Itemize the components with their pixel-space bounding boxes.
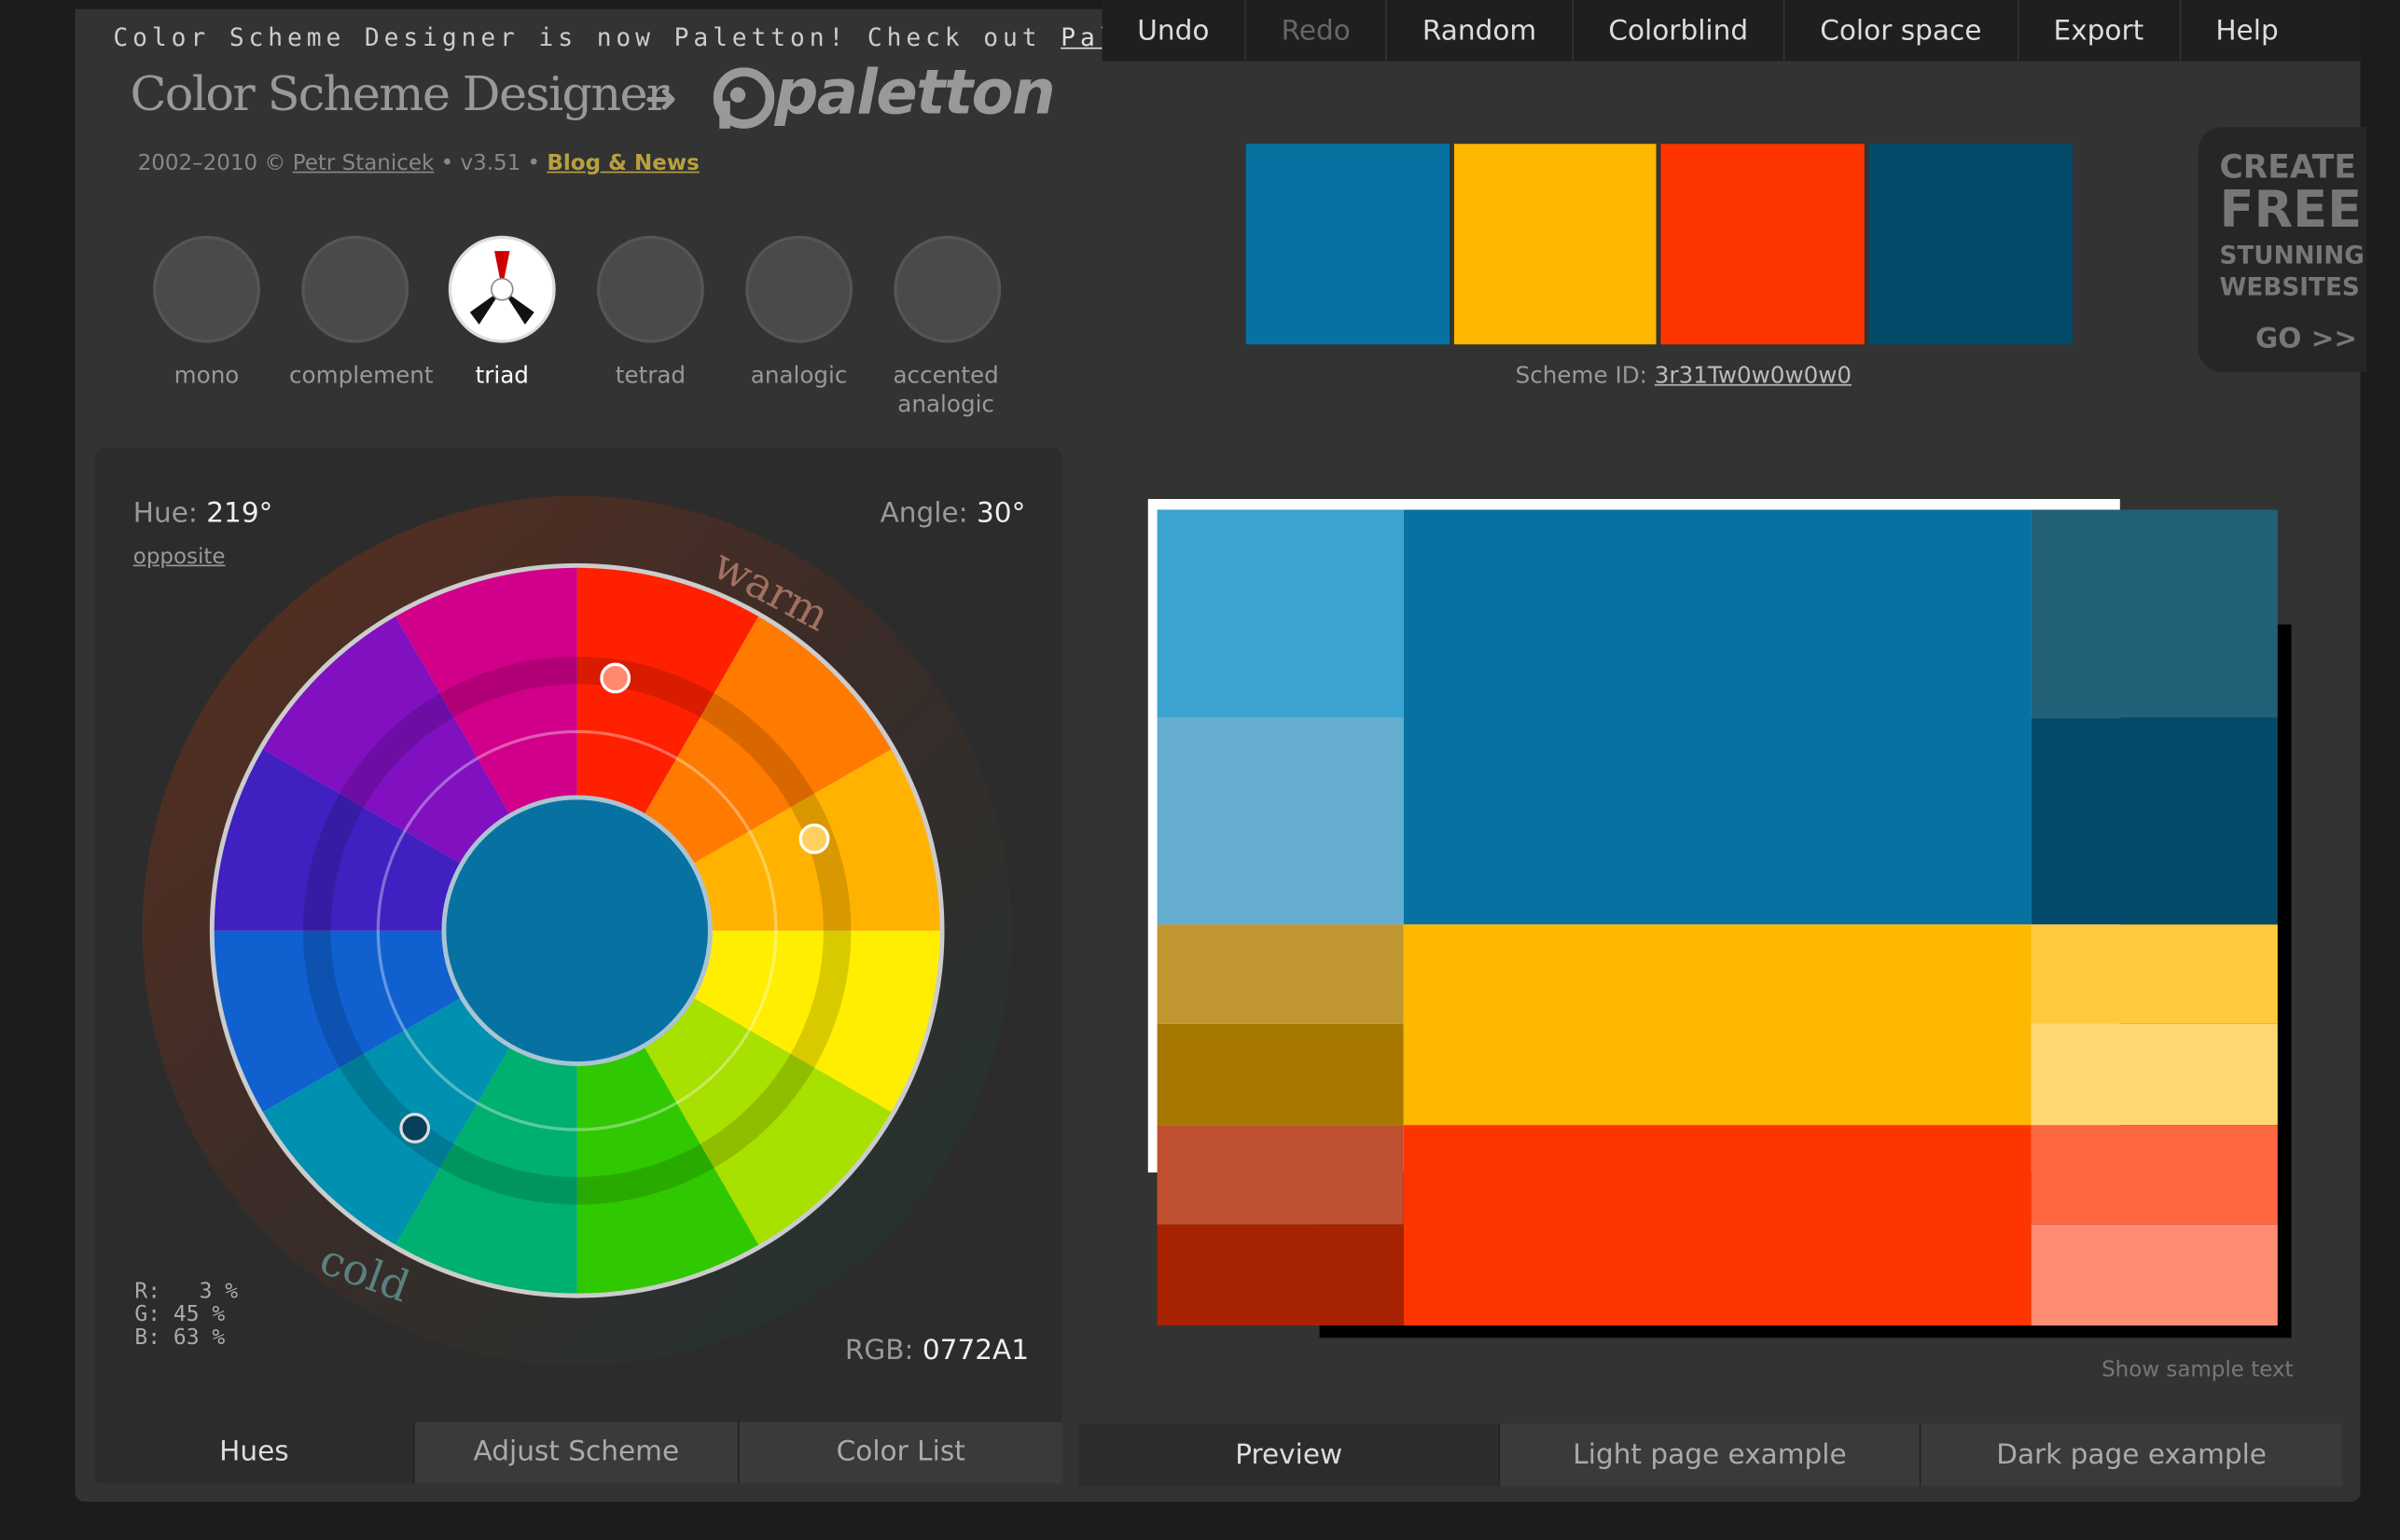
random-button[interactable]: Random — [1387, 0, 1574, 62]
primary-dark-2[interactable] — [2031, 717, 2278, 925]
scheme-label-analogic[interactable]: analogic — [723, 361, 876, 390]
author-link[interactable]: Petr Stanicek — [293, 151, 435, 175]
secondary-a-main[interactable] — [1403, 924, 2032, 1126]
secondary-b-left-2[interactable] — [1157, 1224, 1404, 1326]
tab-color-list[interactable]: Color List — [739, 1422, 1062, 1484]
scheme-id-label: Scheme ID: — [1515, 361, 1655, 389]
swatch-secondary-b[interactable] — [1660, 144, 1865, 345]
credits: 2002–2010 © Petr Stanicek • v3.51 • Blog… — [138, 151, 700, 175]
tab-preview[interactable]: Preview — [1078, 1423, 1501, 1487]
ad-line-2: FREE — [2219, 178, 2363, 239]
secondary-a-left-1[interactable] — [1157, 924, 1404, 1024]
primary-light-1[interactable] — [1157, 509, 1404, 718]
scheme-label-triad[interactable]: triad — [425, 361, 578, 390]
b-percent: B: 63 % — [134, 1325, 226, 1351]
secondary-b-left-1[interactable] — [1157, 1125, 1404, 1225]
scheme-accented-analogic-icon[interactable] — [894, 235, 1002, 343]
credits-years: 2002–2010 © — [137, 151, 293, 176]
rgb-value: 0772A1 — [922, 1334, 1030, 1367]
ad-line-4: WEBSITES — [2219, 272, 2360, 302]
right-tab-bar: Preview Light page example Dark page exa… — [1078, 1423, 2342, 1487]
left-tab-bar: Hues Adjust Scheme Color List — [94, 1422, 1062, 1484]
ad-banner[interactable]: CREATE FREE STUNNING WEBSITES GO >> — [2198, 127, 2366, 372]
primary-light-2[interactable] — [1157, 717, 1404, 925]
preview-grid — [1157, 509, 2278, 1326]
scheme-triad-icon[interactable] — [448, 235, 556, 343]
colorblind-button[interactable]: Colorblind — [1574, 0, 1785, 62]
blog-link[interactable]: Blog & News — [547, 151, 699, 175]
redo-button[interactable]: Redo — [1246, 0, 1388, 62]
scheme-label-line2: analogic — [897, 390, 994, 418]
credits-version: • v3.51 • — [434, 151, 548, 176]
scheme-complement-icon[interactable] — [301, 235, 409, 343]
scheme-label-accented-analogic[interactable]: accented analogic — [869, 361, 1022, 419]
help-button[interactable]: Help — [2181, 0, 2314, 62]
menu-bar: Undo Redo Random Colorblind Color space … — [1102, 0, 2361, 62]
rgb-readout: RGB: 0772A1 — [845, 1335, 1029, 1367]
secondary-b-right-1[interactable] — [2031, 1125, 2278, 1225]
swatch-secondary-a[interactable] — [1453, 144, 1657, 345]
secondary-a-right-2[interactable] — [2031, 1023, 2278, 1126]
hue-handle-yellow[interactable] — [798, 823, 830, 854]
g-percent: G: 45 % — [134, 1302, 226, 1327]
scheme-label-line1: accented — [893, 361, 999, 389]
banner-text: Color Scheme Designer is now Paletton! C… — [113, 22, 1061, 52]
rgb-label: RGB: — [844, 1334, 914, 1367]
scheme-id-link[interactable]: 3r31Tw0w0w0w0 — [1655, 361, 1852, 389]
hue-handle-primary[interactable] — [399, 1113, 431, 1144]
tab-hues[interactable]: Hues — [94, 1422, 415, 1484]
scheme-id: Scheme ID: 3r31Tw0w0w0w0 — [1516, 361, 1852, 389]
show-sample-text-link[interactable]: Show sample text — [2102, 1358, 2293, 1382]
scheme-mono-icon[interactable] — [153, 235, 260, 343]
primary-main[interactable] — [1403, 509, 2032, 925]
swatch-primary[interactable] — [1245, 144, 1450, 345]
scheme-label-mono[interactable]: mono — [130, 361, 283, 390]
export-button[interactable]: Export — [2018, 0, 2181, 62]
wheel-center-swatch — [441, 795, 713, 1066]
scheme-tetrad-icon[interactable] — [596, 235, 704, 343]
undo-button[interactable]: Undo — [1103, 0, 1246, 62]
paletton-logo-icon — [713, 67, 775, 129]
hue-handle-red[interactable] — [600, 662, 631, 694]
tab-light-page-example[interactable]: Light page example — [1500, 1423, 1921, 1487]
secondary-b-right-2[interactable] — [2031, 1224, 2278, 1326]
logo-new-name[interactable]: paletton — [774, 58, 1055, 128]
swatch-complement[interactable] — [1868, 144, 2073, 345]
arrow-icon: ➜ — [644, 76, 678, 123]
scheme-label-tetrad[interactable]: tetrad — [574, 361, 727, 390]
secondary-a-right-1[interactable] — [2031, 924, 2278, 1024]
rgb-percent: R: 3 % G: 45 % B: 63 % — [134, 1279, 239, 1351]
triad-wedges-icon — [469, 251, 534, 325]
r-percent: R: 3 % — [134, 1279, 239, 1305]
scheme-label-complement[interactable]: complement — [284, 361, 437, 390]
color-wheel[interactable] — [141, 494, 1013, 1367]
logo-old-name: Color Scheme Designer — [130, 67, 669, 123]
tab-dark-page-example[interactable]: Dark page example — [1921, 1423, 2342, 1487]
secondary-b-main[interactable] — [1403, 1125, 2032, 1326]
secondary-a-left-2[interactable] — [1157, 1023, 1404, 1126]
primary-dark-1[interactable] — [2031, 509, 2278, 718]
ad-line-3: STUNNING — [2219, 240, 2365, 270]
tab-adjust-scheme[interactable]: Adjust Scheme — [414, 1422, 740, 1484]
color-space-button[interactable]: Color space — [1784, 0, 2018, 62]
scheme-analogic-icon[interactable] — [745, 235, 853, 343]
ad-go: GO >> — [2254, 323, 2358, 355]
